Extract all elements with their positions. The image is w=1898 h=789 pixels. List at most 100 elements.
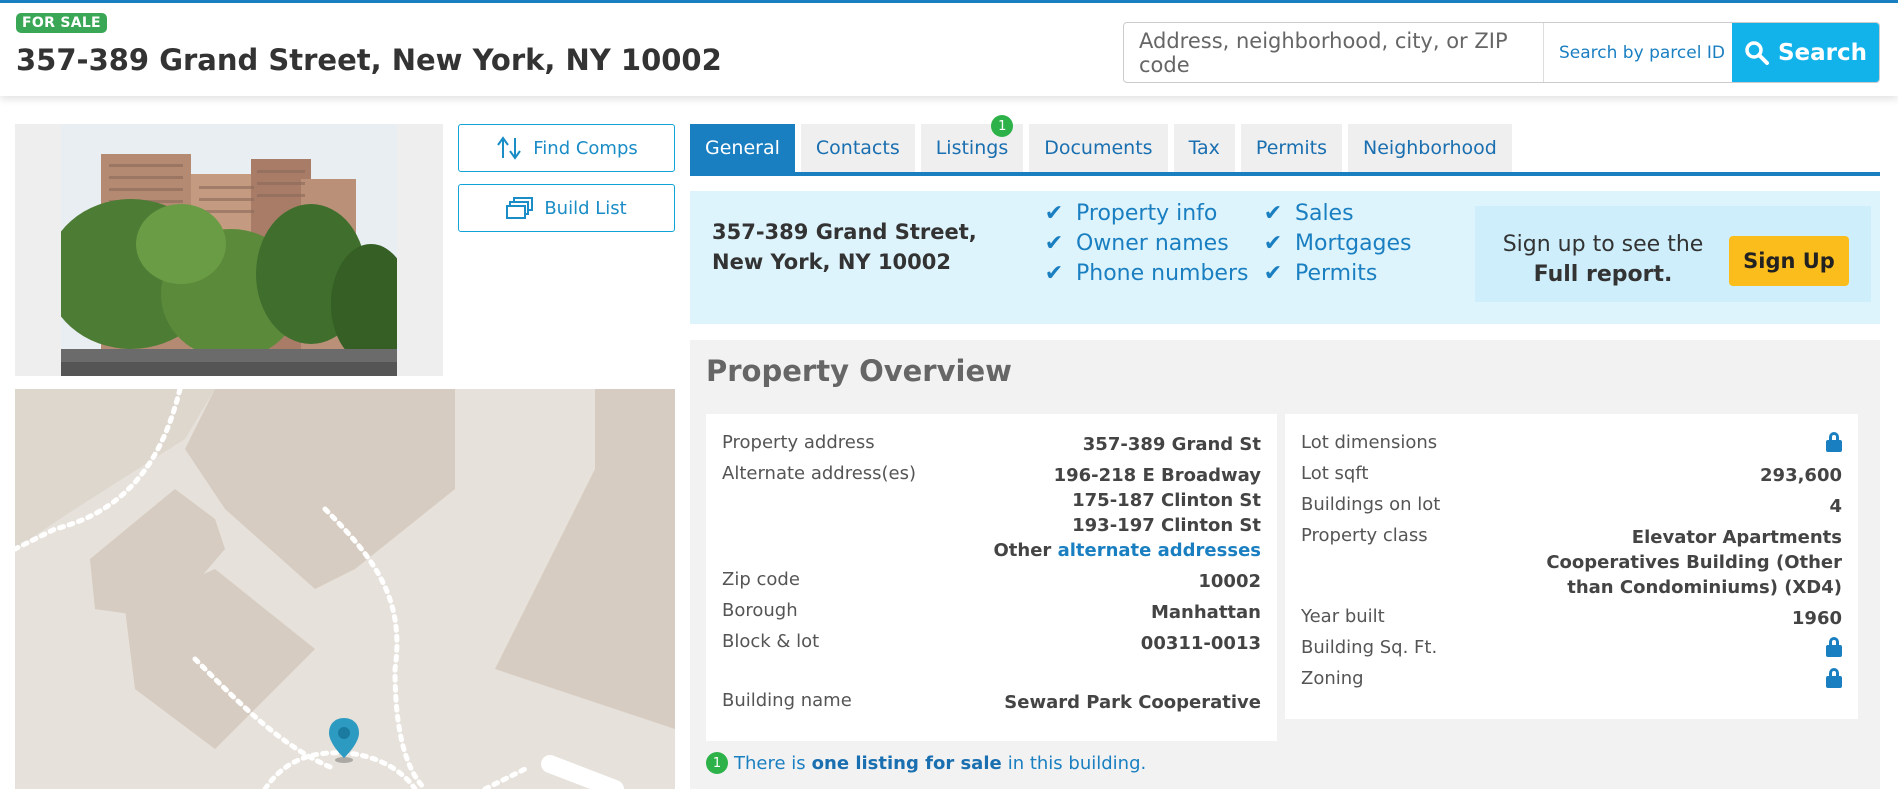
alternate-address: 196-218 E Broadway	[1053, 465, 1261, 486]
checkmark-icon: ✔	[1044, 261, 1064, 286]
property-overview: Property Overview Property address 357-3…	[690, 340, 1880, 789]
signup-text: Sign up to see the Full report.	[1493, 230, 1713, 290]
listing-count-badge: 1	[706, 752, 728, 774]
feature-label: Permits	[1295, 261, 1378, 286]
sign-up-button[interactable]: Sign Up	[1729, 236, 1849, 286]
tab-label: General	[705, 137, 780, 159]
find-comps-button[interactable]: Find Comps	[458, 124, 675, 172]
checkmark-icon: ✔	[1263, 201, 1283, 226]
parcel-search-input[interactable]: Search by parcel ID	[1544, 23, 1732, 82]
listing-for-sale-link[interactable]: one listing for sale	[812, 753, 1002, 774]
alternate-address-row: Alternate address(es) 196-218 E Broadway…	[722, 463, 1261, 573]
address-search-input[interactable]: Address, neighborhood, city, or ZIP code	[1124, 23, 1544, 82]
search-button[interactable]: Search	[1732, 23, 1879, 82]
search-icon	[1745, 40, 1769, 65]
tab-label: Documents	[1044, 137, 1153, 159]
field-label: Year built	[1301, 606, 1385, 627]
list-cards-icon	[506, 197, 534, 219]
property-map[interactable]	[15, 389, 675, 789]
field-label: Building Sq. Ft.	[1301, 637, 1438, 658]
field-label: Borough	[722, 600, 798, 621]
search-bar: Address, neighborhood, city, or ZIP code…	[1123, 22, 1880, 83]
signup-line-bold: Full report.	[1533, 262, 1673, 287]
tab-listings[interactable]: Listings 1	[920, 115, 1024, 172]
feature-label: Property info	[1076, 201, 1218, 226]
field-value: 4	[1829, 496, 1842, 517]
field-label: Alternate address(es)	[722, 463, 917, 484]
field-label: Lot dimensions	[1301, 432, 1438, 453]
property-tabs: General Contacts Listings 1 Documents Tax…	[690, 115, 1512, 172]
class-line: Elevator Apartments	[1631, 527, 1842, 548]
alternate-addresses-link[interactable]: alternate addresses	[1058, 540, 1261, 561]
field-value: Seward Park Cooperative	[1004, 692, 1261, 713]
feature-item: ✔ Permits	[1263, 259, 1412, 289]
field-value: 00311-0013	[1140, 633, 1261, 654]
feature-item: ✔ Mortgages	[1263, 229, 1412, 259]
checkmark-icon: ✔	[1044, 201, 1064, 226]
field-value	[1826, 637, 1842, 664]
zip-row: Zip code 10002	[722, 569, 1261, 594]
feature-item: ✔ Property info	[1044, 199, 1248, 229]
lock-icon[interactable]	[1826, 668, 1842, 688]
overview-right-card: Lot dimensions Lot sqft 293,600 Building…	[1285, 414, 1858, 719]
promo-address: 357-389 Grand Street, New York, NY 10002	[712, 220, 977, 274]
tab-tax[interactable]: Tax	[1173, 124, 1235, 172]
tab-documents[interactable]: Documents	[1029, 124, 1168, 172]
property-photo[interactable]	[61, 124, 397, 376]
signup-box: Sign up to see the Full report. Sign Up	[1475, 206, 1871, 302]
build-list-button[interactable]: Build List	[458, 184, 675, 232]
tab-label: Neighborhood	[1363, 137, 1497, 159]
tab-label: Permits	[1255, 137, 1328, 159]
report-promo: 357-389 Grand Street, New York, NY 10002…	[690, 191, 1880, 324]
lock-icon[interactable]	[1826, 432, 1842, 452]
field-value	[1826, 432, 1842, 459]
lot-sqft-row: Lot sqft 293,600	[1301, 463, 1842, 488]
listings-count-badge: 1	[991, 115, 1014, 137]
building-sqft-row: Building Sq. Ft.	[1301, 637, 1842, 662]
field-label: Zip code	[722, 569, 800, 590]
feature-label: Mortgages	[1295, 231, 1412, 256]
tab-permits[interactable]: Permits	[1240, 124, 1343, 172]
building-name-row: Building name Seward Park Cooperative	[722, 690, 1261, 715]
feature-list-1: ✔ Property info ✔ Owner names ✔ Phone numbe…	[1044, 199, 1249, 289]
field-label: Lot sqft	[1301, 463, 1369, 484]
checkmark-icon: ✔	[1044, 231, 1064, 256]
page-header: FOR SALE 357-389 Grand Street, New York,…	[0, 0, 1898, 96]
overview-left-card: Property address 357-389 Grand St Altern…	[706, 414, 1277, 741]
field-label: Building name	[722, 690, 852, 711]
tab-underline	[690, 172, 1880, 176]
borough-row: Borough Manhattan	[722, 600, 1261, 625]
tab-neighborhood[interactable]: Neighborhood	[1348, 124, 1512, 172]
feature-label: Owner names	[1076, 231, 1229, 256]
search-button-label: Search	[1777, 39, 1868, 66]
note-text: There is	[734, 752, 806, 774]
feature-label: Sales	[1295, 201, 1354, 226]
field-value: 293,600	[1760, 465, 1842, 486]
lot-dimensions-row: Lot dimensions	[1301, 432, 1842, 457]
build-list-label: Build List	[544, 197, 627, 219]
feature-list-2: ✔ Sales ✔ Mortgages ✔ Permits	[1263, 199, 1412, 289]
lock-icon[interactable]	[1826, 637, 1842, 657]
property-photo-frame	[15, 124, 443, 376]
find-comps-label: Find Comps	[533, 137, 638, 159]
field-value: 357-389 Grand St	[1082, 434, 1261, 455]
tab-label: Tax	[1188, 137, 1220, 159]
field-value: Elevator Apartments Cooperatives Buildin…	[1546, 525, 1842, 600]
listing-note: 1 There is one listing for sale in this …	[706, 752, 1146, 774]
tab-general[interactable]: General	[690, 124, 795, 172]
checkmark-icon: ✔	[1263, 231, 1283, 256]
alternate-address: 175-187 Clinton St	[1072, 490, 1261, 511]
feature-item: ✔ Phone numbers	[1044, 259, 1249, 289]
field-label: Property address	[722, 432, 875, 453]
map-pin-icon[interactable]	[327, 716, 361, 764]
class-line: than Condominiums) (XD4)	[1567, 577, 1842, 598]
other-prefix: Other	[993, 540, 1052, 561]
field-label: Property class	[1301, 525, 1428, 546]
property-address-row: Property address 357-389 Grand St	[722, 432, 1261, 457]
alternate-address: 193-197 Clinton St	[1072, 515, 1261, 536]
tab-contacts[interactable]: Contacts	[800, 124, 915, 172]
class-line: Cooperatives Building (Other	[1546, 552, 1842, 573]
comps-icon	[497, 136, 522, 160]
feature-item: ✔ Owner names	[1044, 229, 1248, 259]
for-sale-badge: FOR SALE	[16, 13, 107, 33]
